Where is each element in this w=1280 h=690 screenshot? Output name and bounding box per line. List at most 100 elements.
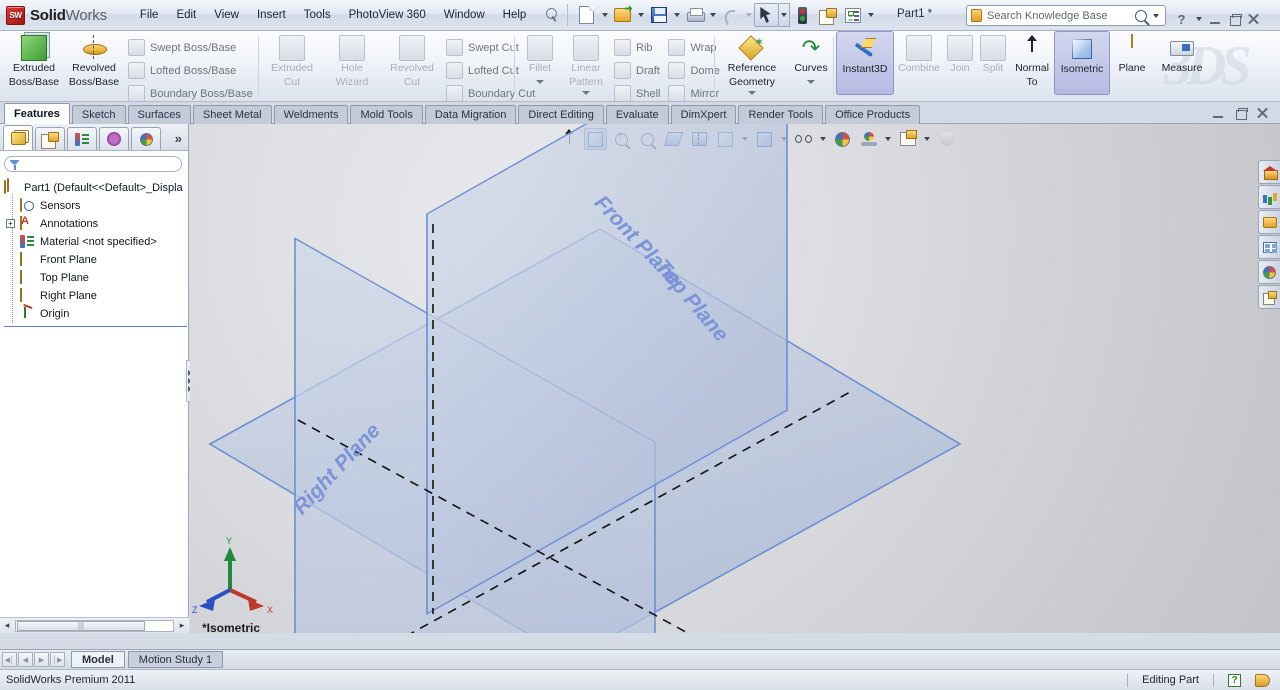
feature-tree-hscrollbar[interactable]: ◂ ▸ [0,617,189,633]
hscroll-track[interactable] [15,619,174,632]
task-pane-file-explorer[interactable] [1258,210,1280,234]
select-tool-button[interactable] [754,3,780,27]
tree-item-sensors[interactable]: Sensors [4,194,188,215]
task-pane-custom-properties[interactable] [1258,285,1280,309]
tree-item-top-plane[interactable]: Top Plane [4,266,188,287]
task-pane-sw-resources[interactable] [1258,160,1280,184]
help-button[interactable]: ? [1174,12,1189,27]
bottom-tab-motion-study-1[interactable]: Motion Study 1 [127,651,224,668]
curves-caret-icon[interactable] [805,77,817,87]
tab-mold-tools[interactable]: Mold Tools [350,105,423,124]
menu-help[interactable]: Help [494,6,536,24]
linear-pattern-caret-icon[interactable] [580,88,592,98]
search-input[interactable]: Search Knowledge Base [987,10,1135,22]
tab-features[interactable]: Features [4,103,70,124]
revolved-boss-base-button[interactable]: Revolved Boss/Base [64,31,124,88]
tree-item-annotations[interactable]: + Annotations [4,212,188,233]
restore-button[interactable] [1227,12,1242,27]
revolved-cut-button[interactable]: Revolved Cut [382,31,442,88]
options-button[interactable] [840,3,865,27]
graphics-area[interactable]: Front Plane Top Plane Right Plane [190,124,1280,633]
hscroll-left-arrow[interactable]: ◂ [0,619,14,633]
tab-render-tools[interactable]: Render Tools [738,105,824,124]
dimxpert-manager-tab[interactable] [99,127,129,150]
nav-last-button[interactable]: │▶ [50,652,65,667]
save-document-caret-icon[interactable] [671,3,682,27]
tree-item-part1[interactable]: Part1 (Default<<Default>_Displa [4,179,188,197]
reference-geometry-button[interactable]: Reference Geometry [718,31,786,98]
swept-boss-base-button[interactable]: Swept Boss/Base [124,36,257,59]
tag-icon[interactable] [1255,673,1270,687]
tree-item-material[interactable]: Material <not specified> [4,230,188,251]
curves-button[interactable]: ↷ Curves [786,31,836,87]
undo-button[interactable] [718,3,743,27]
combine-button[interactable]: Combine [894,31,944,75]
status-help-icon[interactable]: ? [1228,673,1241,687]
rebuild-button[interactable] [790,3,815,27]
feature-filter-bar[interactable] [4,156,182,172]
shell-button[interactable]: Shell [610,82,664,101]
document-restore-button[interactable] [1233,106,1248,121]
menu-file[interactable]: File [131,6,168,24]
hscroll-thumb[interactable] [17,620,145,631]
nav-next-button[interactable]: ▶ [34,652,49,667]
document-close-button[interactable] [1255,106,1270,121]
tree-item-right-plane[interactable]: Right Plane [4,284,188,305]
configuration-manager-tab[interactable] [67,127,97,150]
tree-item-origin[interactable]: Origin [4,302,188,323]
rib-button[interactable]: Rib [610,36,664,59]
feature-manager-more-button[interactable]: » [175,131,182,150]
help-caret-icon[interactable] [1193,7,1204,31]
display-manager-tab[interactable] [131,127,161,150]
instant3d-button[interactable]: Instant3D [836,31,894,95]
normal-to-button[interactable]: Normal To [1010,31,1054,88]
new-document-caret-icon[interactable] [599,3,610,27]
fillet-caret-icon[interactable] [534,77,546,87]
hole-wizard-button[interactable]: Hole Wizard [322,31,382,88]
tab-sketch[interactable]: Sketch [71,105,126,124]
extruded-boss-base-button[interactable]: Extruded Boss/Base [4,31,64,88]
open-document-caret-icon[interactable] [635,3,646,27]
nav-prev-button[interactable]: ◀ [18,652,33,667]
new-document-button[interactable] [574,3,599,27]
isometric-button[interactable]: Isometric [1054,31,1110,95]
split-button[interactable]: Split [976,31,1010,75]
tab-surfaces[interactable]: Surfaces [127,105,191,124]
menu-edit[interactable]: Edit [167,6,205,24]
boundary-boss-base-button[interactable]: Boundary Boss/Base [124,82,257,101]
menu-insert[interactable]: Insert [248,6,295,24]
file-properties-button[interactable] [815,3,840,27]
nav-first-button[interactable]: ◀│ [2,652,17,667]
close-button[interactable] [1246,12,1261,27]
tab-weldments[interactable]: Weldments [273,105,349,124]
fillet-button[interactable]: Fillet [518,31,562,87]
tab-dimxpert[interactable]: DimXpert [670,105,737,124]
hscroll-right-arrow[interactable]: ▸ [175,619,189,633]
property-manager-tab[interactable] [35,127,65,150]
magnifier-icon[interactable] [1135,9,1147,22]
join-button[interactable]: Join [944,31,976,75]
extruded-cut-button[interactable]: Extruded Cut [262,31,322,88]
annotations-expander-icon[interactable]: + [6,219,15,228]
draft-button[interactable]: Draft [610,59,664,82]
lofted-boss-base-button[interactable]: Lofted Boss/Base [124,59,257,82]
feature-manager-tab[interactable] [3,125,33,150]
document-minimize-button[interactable] [1211,106,1226,121]
tab-office-products[interactable]: Office Products [825,105,921,124]
task-pane-design-library[interactable] [1258,185,1280,209]
tab-data-migration[interactable]: Data Migration [424,105,517,124]
reference-geometry-caret-icon[interactable] [746,88,758,98]
tab-sheet-metal[interactable]: Sheet Metal [192,105,272,124]
linear-pattern-button[interactable]: Linear Pattern [562,31,610,98]
print-document-caret-icon[interactable] [707,3,718,27]
tab-evaluate[interactable]: Evaluate [605,105,669,124]
search-caret-icon[interactable] [1150,4,1161,28]
tab-direct-editing[interactable]: Direct Editing [518,105,604,124]
open-document-button[interactable] [610,3,635,27]
undo-caret-icon[interactable] [743,3,754,27]
minimize-button[interactable] [1208,12,1223,27]
task-pane-view-palette[interactable] [1258,235,1280,259]
menu-view[interactable]: View [205,6,248,24]
tree-item-front-plane[interactable]: Front Plane [4,248,188,269]
options-caret-icon[interactable] [865,3,876,27]
